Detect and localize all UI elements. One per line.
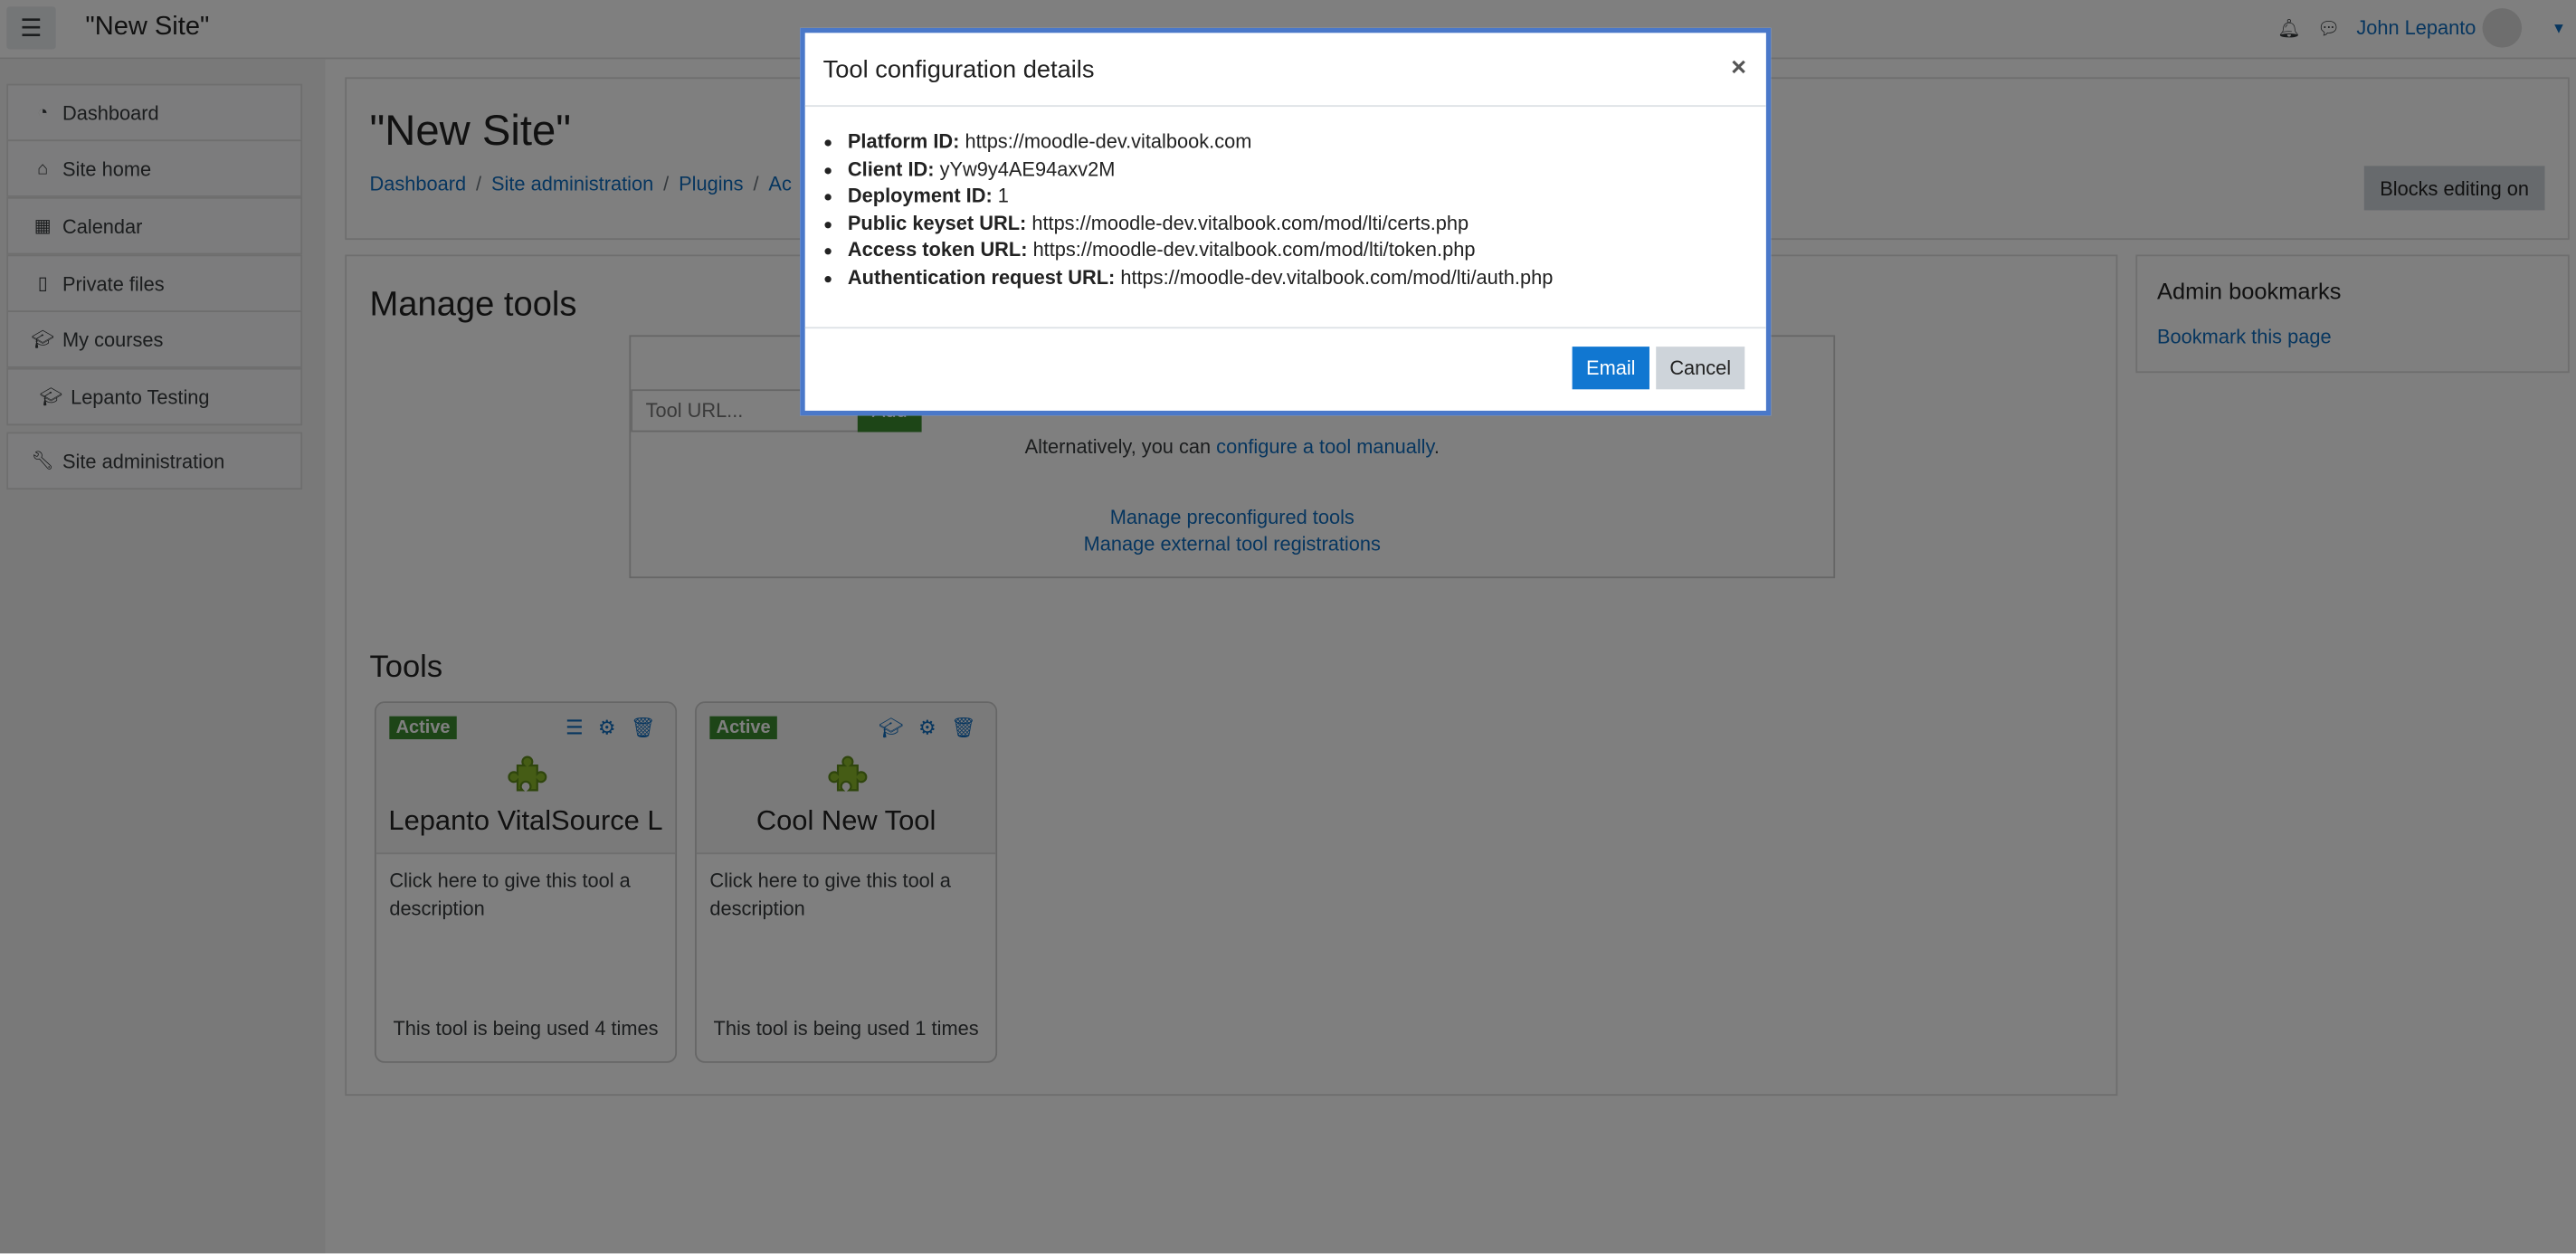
- configuration-list: Platform ID: https://moodle-dev.vitalboo…: [822, 128, 1553, 292]
- list-item: Platform ID: https://moodle-dev.vitalboo…: [848, 128, 1553, 156]
- list-item: Access token URL: https://moodle-dev.vit…: [848, 237, 1553, 264]
- list-item: Deployment ID: 1: [848, 183, 1553, 210]
- list-item: Public keyset URL: https://moodle-dev.vi…: [848, 210, 1553, 237]
- email-button[interactable]: Email: [1572, 347, 1649, 390]
- cancel-button[interactable]: Cancel: [1656, 347, 1745, 390]
- list-item: Client ID: yYw9y4AE94axv2M: [848, 156, 1553, 183]
- close-icon[interactable]: ×: [1731, 54, 1746, 84]
- modal-title: Tool configuration details: [822, 55, 1095, 84]
- tool-configuration-modal: Tool configuration details × Platform ID…: [800, 27, 1772, 416]
- divider: [804, 105, 1766, 108]
- divider: [804, 327, 1766, 329]
- list-item: Authentication request URL: https://mood…: [848, 264, 1553, 291]
